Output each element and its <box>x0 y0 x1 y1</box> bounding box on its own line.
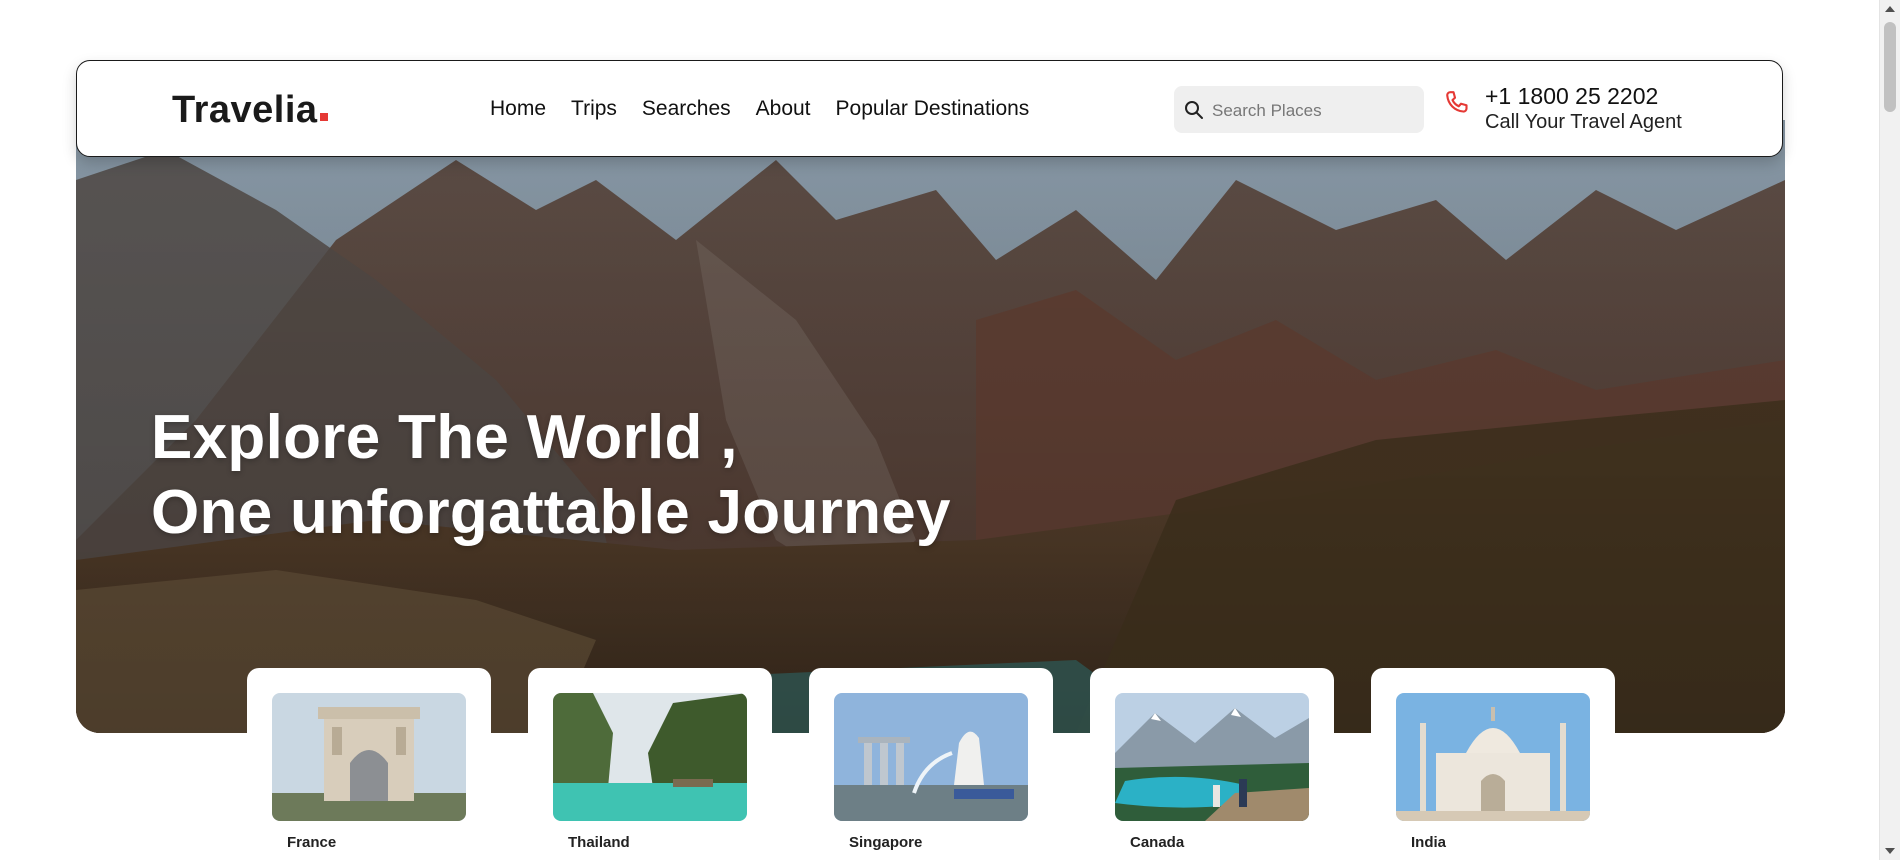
destination-image-singapore <box>834 693 1028 821</box>
page-scrollbar[interactable] <box>1879 0 1900 860</box>
destination-image-canada <box>1115 693 1309 821</box>
phone-caption: Call Your Travel Agent <box>1485 111 1682 133</box>
hero-title: Explore The World , One unforgattable Jo… <box>151 400 951 550</box>
nav-links: Home Trips Searches About Popular Destin… <box>490 97 1054 121</box>
nav-link-trips[interactable]: Trips <box>571 97 617 121</box>
phone-number[interactable]: +1 1800 25 2202 <box>1485 83 1658 110</box>
brand-logo-dot <box>320 113 328 121</box>
hero-title-line-2: One unforgattable Journey <box>151 478 951 547</box>
destination-card-singapore[interactable]: Singapore <box>809 668 1053 868</box>
phone-icon[interactable] <box>1442 89 1472 119</box>
destination-card-india[interactable]: India <box>1371 668 1615 868</box>
destination-label: Thailand <box>568 834 630 851</box>
nav-link-home[interactable]: Home <box>490 97 546 121</box>
destination-image-india <box>1396 693 1590 821</box>
scrollbar-thumb[interactable] <box>1884 22 1896 112</box>
navbar: Travelia Home Trips Searches About Popul… <box>76 60 1783 157</box>
scroll-up-icon[interactable] <box>1885 6 1895 12</box>
destination-label: Canada <box>1130 834 1185 851</box>
nav-link-popular-destinations[interactable]: Popular Destinations <box>836 97 1030 121</box>
destination-label: France <box>287 834 337 851</box>
brand-logo[interactable]: Travelia <box>172 89 318 132</box>
nav-link-about[interactable]: About <box>756 97 811 121</box>
hero-banner: Explore The World , One unforgattable Jo… <box>76 120 1785 733</box>
search-box <box>1174 86 1424 135</box>
nav-link-searches[interactable]: Searches <box>642 97 731 121</box>
destination-card-thailand[interactable]: Thailand <box>528 668 772 868</box>
search-icon[interactable] <box>1184 100 1204 120</box>
hero-title-line-1: Explore The World , <box>151 403 738 472</box>
destination-image-thailand <box>553 693 747 821</box>
destination-card-france[interactable]: France <box>247 668 491 868</box>
search-input[interactable] <box>1210 86 1419 135</box>
destination-label: India <box>1411 834 1447 851</box>
destination-card-canada[interactable]: Canada <box>1090 668 1334 868</box>
destination-image-france <box>272 693 466 821</box>
scroll-down-icon[interactable] <box>1885 848 1895 854</box>
destination-label: Singapore <box>849 834 923 851</box>
